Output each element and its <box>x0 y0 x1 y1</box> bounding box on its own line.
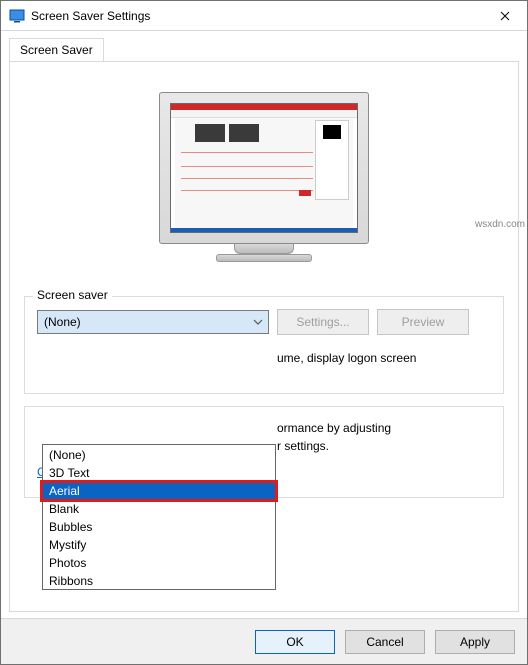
tab-screensaver[interactable]: Screen Saver <box>9 38 104 62</box>
settings-button[interactable]: Settings... <box>277 309 369 335</box>
chevron-down-icon <box>252 316 264 328</box>
resume-text-partial: ume, display logon screen <box>277 349 491 367</box>
watermark: wsxdn.com <box>475 219 525 230</box>
screensaver-combobox[interactable]: (None) <box>37 310 269 334</box>
dropdown-option[interactable]: 3D Text <box>43 463 275 481</box>
dropdown-option[interactable]: Photos <box>43 553 275 571</box>
tab-label: Screen Saver <box>20 43 93 57</box>
power-text-line2: r settings. <box>277 437 491 455</box>
preview-button[interactable]: Preview <box>377 309 469 335</box>
ok-button[interactable]: OK <box>255 630 335 654</box>
combobox-value: (None) <box>44 315 81 329</box>
cancel-button[interactable]: Cancel <box>345 630 425 654</box>
monitor-bezel <box>159 92 369 244</box>
close-icon <box>500 11 510 21</box>
dropdown-option[interactable]: (None) <box>43 445 275 463</box>
dropdown-option[interactable]: Bubbles <box>43 517 275 535</box>
dialog-footer: OK Cancel Apply <box>1 618 527 664</box>
tab-strip: Screen Saver <box>1 31 527 61</box>
dropdown-option[interactable]: Aerial <box>43 481 275 499</box>
tab-content: Screen saver (None) Settings... Preview … <box>9 61 519 612</box>
apply-button[interactable]: Apply <box>435 630 515 654</box>
close-button[interactable] <box>482 1 527 30</box>
dropdown-option[interactable]: Blank <box>43 499 275 517</box>
titlebar: Screen Saver Settings <box>1 1 527 31</box>
power-text-line1: ormance by adjusting <box>277 419 491 437</box>
groupbox-screensaver: Screen saver (None) Settings... Preview … <box>24 296 504 394</box>
dropdown-option[interactable]: Ribbons <box>43 571 275 589</box>
monitor-screen <box>170 103 358 233</box>
dropdown-option[interactable]: Mystify <box>43 535 275 553</box>
app-icon <box>9 8 25 24</box>
screensaver-dropdown-list: (None)3D TextAerialBlankBubblesMystifyPh… <box>42 444 276 590</box>
groupbox-legend: Screen saver <box>33 288 112 302</box>
window-title: Screen Saver Settings <box>31 9 482 23</box>
preview-monitor <box>159 92 369 272</box>
screensaver-settings-window: Screen Saver Settings Screen Saver <box>0 0 528 665</box>
